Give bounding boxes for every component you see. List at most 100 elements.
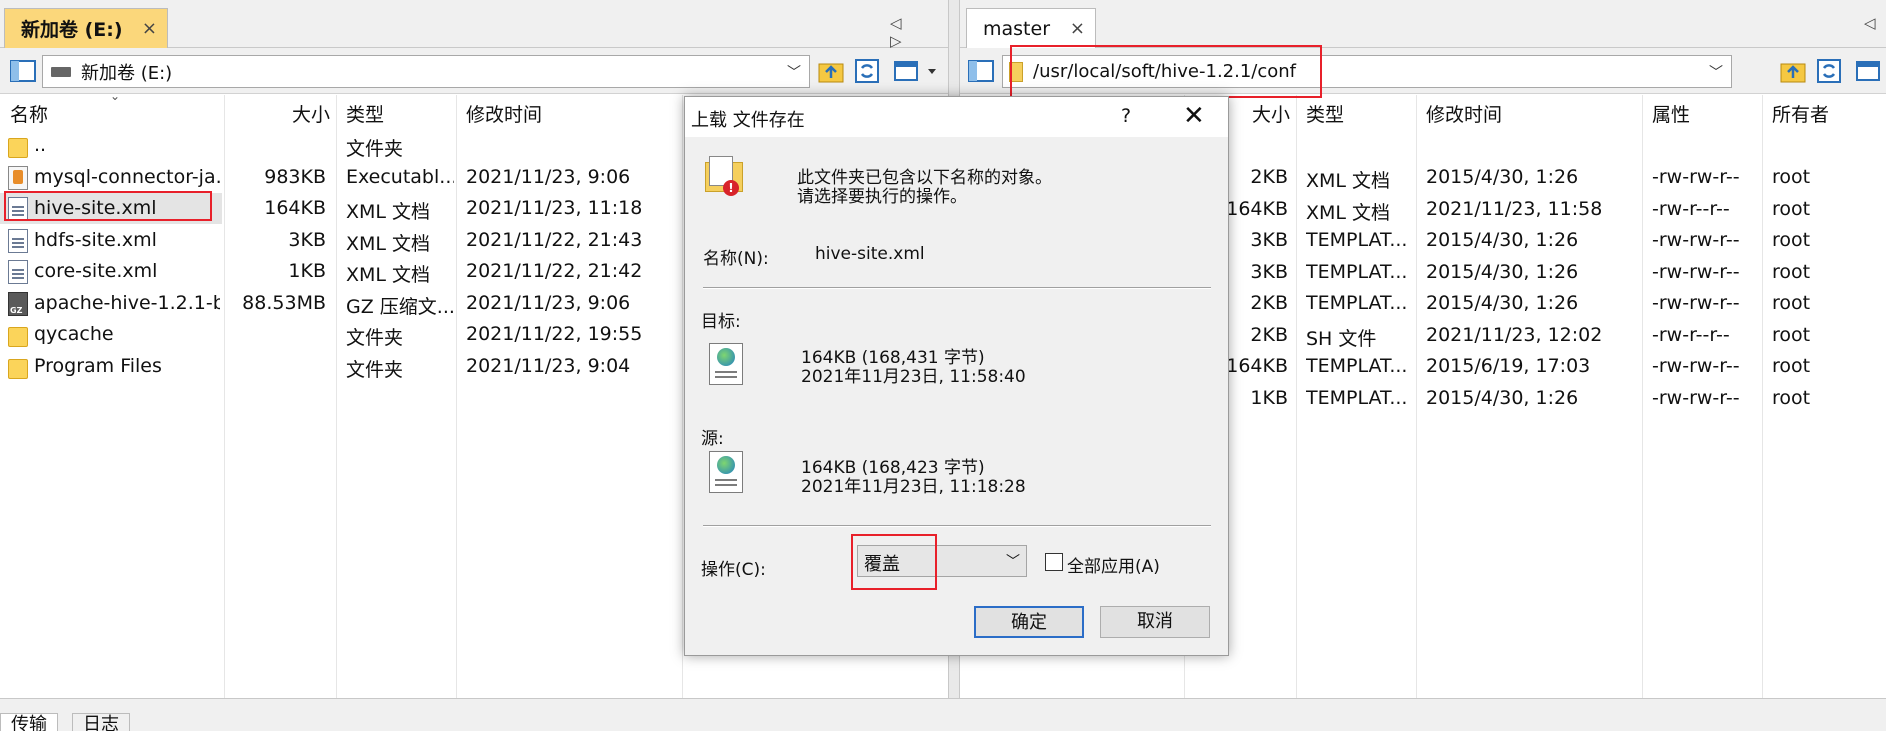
help-icon[interactable]: ? — [1121, 105, 1131, 127]
tab-close-icon[interactable]: × — [142, 18, 157, 39]
file-owner: root — [1772, 166, 1811, 188]
col-size[interactable]: 大小 — [1252, 100, 1290, 127]
file-modified: 2015/4/30, 1:26 — [1426, 260, 1579, 283]
tab-close-icon[interactable]: × — [1070, 18, 1085, 39]
ok-button[interactable]: 确定 — [974, 606, 1084, 638]
gz-archive-icon — [8, 291, 28, 316]
refresh-icon[interactable] — [1814, 56, 1844, 86]
jar-icon — [8, 165, 28, 190]
chevron-down-icon: ﹀ — [1006, 554, 1020, 570]
name-label: 名称(N): — [703, 249, 769, 269]
local-path-combobox[interactable]: 新加卷 (E:) ﹀ — [42, 55, 810, 88]
file-name: qycache — [34, 323, 114, 345]
source-date: 2021年11月23日, 11:18:28 — [801, 477, 1026, 497]
tab-label: 新加卷 (E:) — [21, 19, 123, 41]
bottom-panel-tabs: 传输 日志 — [0, 698, 1886, 731]
xml-file-icon — [8, 228, 28, 253]
file-size: 88.53MB — [242, 291, 326, 314]
file-name: hive-site.xml — [34, 197, 157, 219]
file-type: TEMPLAT... — [1306, 386, 1408, 409]
panel-toggle-icon[interactable] — [8, 56, 38, 86]
file-type: TEMPLAT... — [1306, 229, 1408, 251]
file-attributes: -rw-rw-r-- — [1652, 260, 1740, 283]
tab-scroll-arrows[interactable]: ◁ ▷ — [890, 14, 948, 50]
folder-icon — [1009, 61, 1023, 82]
refresh-icon[interactable] — [852, 56, 882, 86]
separator — [703, 287, 1211, 289]
file-type: XML 文档 — [1306, 201, 1391, 224]
panel-toggle-icon[interactable] — [966, 56, 996, 86]
parent-folder-icon[interactable] — [1778, 56, 1808, 86]
file-size: 164KB — [264, 197, 326, 219]
file-attributes: -rw-rw-r-- — [1652, 386, 1740, 409]
col-type[interactable]: 类型 — [346, 100, 384, 127]
file-modified: 2021/11/23, 11:58 — [1426, 197, 1603, 220]
col-modified[interactable]: 修改时间 — [1426, 100, 1502, 127]
separator — [703, 525, 1211, 527]
file-modified: 2015/4/30, 1:26 — [1426, 166, 1579, 188]
file-modified: 2021/11/23, 11:18 — [466, 197, 643, 219]
tab-remote-master[interactable]: master × — [966, 8, 1096, 48]
file-type: SH 文件 — [1306, 327, 1377, 350]
col-size[interactable]: 大小 — [292, 100, 330, 127]
file-owner: root — [1772, 292, 1811, 314]
dialog-titlebar: 上载 文件存在 ? ✕ — [685, 97, 1228, 137]
source-label: 源: — [701, 429, 724, 449]
file-owner: root — [1772, 229, 1811, 251]
file-size: 983KB — [264, 165, 326, 188]
action-selected-value: 覆盖 — [864, 554, 900, 575]
file-attributes: -rw-r--r-- — [1652, 323, 1730, 346]
action-label: 操作(C): — [701, 560, 766, 580]
file-owner: root — [1772, 386, 1811, 409]
file-type: XML 文档 — [1306, 170, 1391, 192]
parent-folder-icon[interactable] — [816, 56, 846, 86]
file-type: Executabl... — [346, 165, 454, 188]
file-type: TEMPLAT... — [1306, 260, 1408, 283]
file-name: core-site.xml — [34, 260, 158, 282]
cancel-button[interactable]: 取消 — [1100, 606, 1210, 638]
tab-log[interactable]: 日志 — [72, 713, 130, 731]
remote-path-combobox[interactable]: /usr/local/soft/hive-1.2.1/conf ﹀ — [1002, 55, 1732, 88]
tab-local-drive[interactable]: 新加卷 (E:) × — [4, 8, 168, 48]
folder-icon — [8, 327, 28, 347]
action-select[interactable]: 覆盖 ﹀ — [857, 545, 1027, 577]
file-type: 文件夹 — [346, 327, 404, 349]
file-size: 3KB — [288, 228, 326, 251]
file-modified: 2015/4/30, 1:26 — [1426, 229, 1579, 251]
right-tabbar: master × ◁ — [960, 0, 1886, 48]
xml-file-icon — [8, 197, 28, 221]
apply-all-label[interactable]: 全部应用(A) — [1067, 552, 1160, 577]
file-name: .. — [34, 134, 47, 156]
col-name[interactable]: 名称 — [10, 100, 48, 127]
view-mode-icon[interactable] — [892, 56, 942, 86]
chevron-down-icon[interactable]: ﹀ — [1709, 62, 1723, 82]
col-modified[interactable]: 修改时间 — [466, 100, 542, 127]
drive-icon — [51, 66, 71, 77]
apply-all-checkbox[interactable] — [1045, 553, 1063, 571]
col-owner[interactable]: 所有者 — [1772, 100, 1829, 127]
right-address-bar: /usr/local/soft/hive-1.2.1/conf ﹀ — [960, 48, 1886, 94]
chevron-down-icon[interactable]: ﹀ — [787, 62, 801, 82]
file-type: 文件夹 — [346, 138, 404, 160]
tab-scroll-arrow[interactable]: ◁ — [1864, 14, 1886, 32]
file-type: XML 文档 — [346, 232, 431, 255]
file-modified: 2021/11/22, 19:55 — [466, 323, 643, 345]
file-type: GZ 压缩文... — [346, 295, 454, 318]
tab-transfer[interactable]: 传输 — [0, 713, 58, 731]
file-size: 1KB — [288, 260, 326, 282]
file-name: mysql-connector-ja... — [34, 165, 220, 188]
dialog-title: 上载 文件存在 — [691, 110, 805, 131]
file-owner: root — [1772, 197, 1811, 220]
folder-warning-icon: ! — [705, 154, 745, 196]
file-modified: 2021/11/23, 9:04 — [466, 354, 631, 377]
file-exists-dialog: 上载 文件存在 ? ✕ ! 此文件夹已包含以下名称的对象。 请选择要执行的操作。… — [684, 96, 1229, 656]
file-name: apache-hive-1.2.1-b... — [34, 291, 220, 314]
folder-icon — [8, 358, 28, 379]
col-type[interactable]: 类型 — [1306, 100, 1344, 127]
close-icon[interactable]: ✕ — [1183, 101, 1205, 131]
col-attributes[interactable]: 属性 — [1652, 100, 1690, 127]
xml-file-icon — [8, 260, 28, 284]
file-modified: 2015/4/30, 1:26 — [1426, 292, 1579, 314]
file-attributes: -rw-rw-r-- — [1652, 166, 1740, 188]
view-mode-icon[interactable] — [1854, 56, 1884, 86]
